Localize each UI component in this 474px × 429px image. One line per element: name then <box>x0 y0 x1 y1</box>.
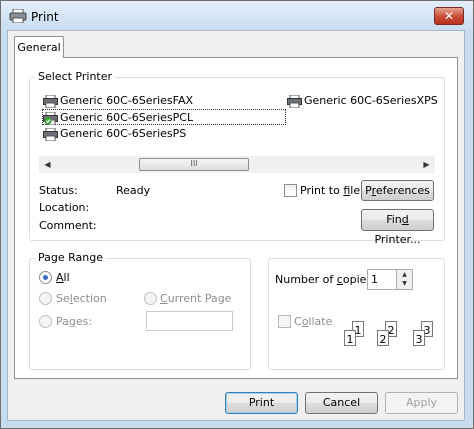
print-to-file-checkbox[interactable] <box>284 184 297 197</box>
printer-name: Generic 60C-6SeriesPCL <box>60 111 194 124</box>
select-printer-label: Select Printer <box>35 70 116 83</box>
printer-icon <box>9 8 27 24</box>
collate-page: 2 <box>377 330 389 346</box>
printer-list-hscrollbar[interactable]: ◀ III ▶ <box>39 156 435 173</box>
apply-button[interactable]: Apply <box>385 392 458 414</box>
printer-item[interactable]: Generic 60C-6SeriesPS <box>43 126 186 142</box>
default-printer-icon <box>43 111 58 125</box>
all-radio[interactable] <box>39 271 52 284</box>
selection-radio[interactable] <box>39 292 52 305</box>
tab-general-label: General <box>17 41 61 54</box>
title-bar[interactable]: Print ✕ <box>1 1 473 31</box>
pages-radio-label[interactable]: Pages: <box>56 315 92 328</box>
selection-radio-label[interactable]: Selection <box>56 292 107 305</box>
printer-item[interactable]: Generic 60C-6SeriesFAX <box>43 93 193 109</box>
printer-name: Generic 60C-6SeriesFAX <box>60 94 194 107</box>
spin-down-icon[interactable]: ▼ <box>397 279 412 288</box>
printer-icon <box>43 127 58 141</box>
status-label: Status: <box>39 184 78 197</box>
scroll-right-icon[interactable]: ▶ <box>418 156 435 173</box>
window-title: Print <box>31 10 59 24</box>
scroll-thumb[interactable]: III <box>139 158 249 171</box>
page-range-label: Page Range <box>35 251 106 264</box>
printer-item-selected[interactable]: Generic 60C-6SeriesPCL <box>42 109 286 125</box>
pages-radio[interactable] <box>39 315 52 328</box>
collate-checkbox[interactable] <box>278 315 291 328</box>
preferences-button[interactable]: Preferences <box>361 180 434 201</box>
collate-page: 1 <box>344 330 356 346</box>
close-button[interactable]: ✕ <box>434 7 464 25</box>
printer-icon <box>43 94 58 108</box>
spin-up-icon[interactable]: ▲ <box>397 270 412 279</box>
number-of-copies-label: Number of copies: <box>275 273 376 286</box>
close-icon: ✕ <box>443 9 455 23</box>
current-page-radio-label[interactable]: Current Page <box>160 292 231 305</box>
status-value: Ready <box>116 184 151 197</box>
printer-name: Generic 60C-6SeriesXPS <box>304 94 438 107</box>
collate-page: 3 <box>413 330 425 346</box>
comment-label: Comment: <box>39 219 97 232</box>
all-radio-label[interactable]: All <box>56 271 70 284</box>
find-printer-button[interactable]: Find Printer... <box>361 209 434 246</box>
cancel-button[interactable]: Cancel <box>305 392 378 414</box>
scroll-left-icon[interactable]: ◀ <box>39 156 56 173</box>
location-label: Location: <box>39 201 90 214</box>
current-page-radio[interactable] <box>144 292 157 305</box>
print-button[interactable]: Print <box>225 392 298 414</box>
printer-name: Generic 60C-6SeriesPS <box>60 127 187 140</box>
copies-spin[interactable]: ▲ ▼ <box>396 270 412 289</box>
print-to-file-label[interactable]: Print to file <box>300 184 360 197</box>
collate-illustration: 1 1 2 2 3 3 <box>340 318 438 350</box>
printer-icon <box>287 94 302 108</box>
pages-input[interactable] <box>146 311 233 331</box>
tab-general[interactable]: General <box>14 36 64 58</box>
copies-stepper[interactable]: 1 ▲ ▼ <box>367 269 413 290</box>
printer-item[interactable]: Generic 60C-6SeriesXPS <box>287 93 438 109</box>
collate-label[interactable]: Collate <box>294 315 332 328</box>
copies-value: 1 <box>371 273 378 286</box>
